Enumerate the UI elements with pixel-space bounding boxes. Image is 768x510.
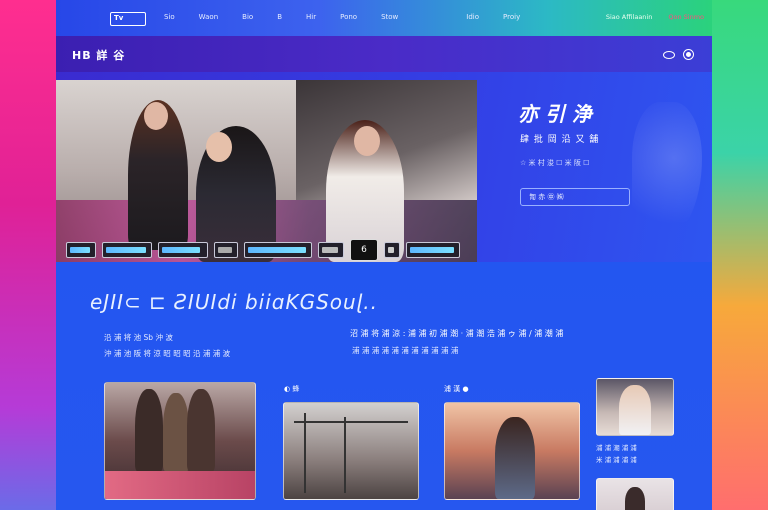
eye-icon[interactable] bbox=[663, 51, 675, 59]
card-banner bbox=[105, 471, 255, 499]
person-figure bbox=[187, 389, 215, 471]
video-controls: 6 bbox=[66, 239, 460, 261]
video-card[interactable] bbox=[283, 402, 419, 500]
left-gradient-edge bbox=[0, 0, 56, 510]
sign-in-link[interactable]: Qon Sinmo bbox=[668, 13, 704, 21]
card-caption: 米 浦 浦 浦 浦 bbox=[596, 456, 637, 464]
section-text: 沿 浦 将 池 Sb 沖 波 bbox=[104, 333, 173, 342]
nav-link[interactable]: Proiy bbox=[503, 13, 520, 21]
person-figure bbox=[625, 487, 645, 510]
nav-link[interactable]: B bbox=[277, 13, 282, 21]
browser-page: Tv Sio Waon Bio B Hir Pono Stow Idio Pro… bbox=[56, 0, 712, 510]
header-icons bbox=[663, 49, 694, 60]
nav-link[interactable]: Idio bbox=[466, 13, 479, 21]
site-logo[interactable]: Tv bbox=[110, 12, 146, 26]
person-figure bbox=[135, 389, 163, 471]
hero-meta: ☆ 米 村 浚 ☐ 米 阪 ☐ bbox=[520, 159, 590, 167]
right-gradient-edge bbox=[712, 0, 768, 510]
video-card[interactable] bbox=[596, 478, 674, 510]
card-label: ◐ 蜂 bbox=[284, 385, 300, 393]
volume-chip[interactable] bbox=[406, 242, 460, 258]
hero-cta-button[interactable]: 㔨 赤 ㊥ ㈱ bbox=[520, 188, 630, 206]
brand-title[interactable]: HB 詳 谷 bbox=[72, 47, 125, 63]
card-label: 浦 漢 ● bbox=[444, 385, 469, 393]
settings-icon[interactable] bbox=[683, 49, 694, 60]
nav-link[interactable]: Pono bbox=[340, 13, 357, 21]
hero-section: 6 亦 引 浄 肆 批 岡 沿 又 舗 ☆ 米 村 浚 ☐ 米 阪 ☐ 㔨 赤 … bbox=[56, 72, 712, 262]
section-text: 沼 浦 将 浦 涼 : 浦 浦 初 浦 潮 · 浦 潮 浩 浦 ゥ 浦 ∕ 浦 … bbox=[350, 329, 564, 338]
person-head bbox=[144, 102, 168, 130]
video-card[interactable] bbox=[444, 402, 580, 500]
control-chip[interactable] bbox=[158, 242, 208, 258]
nav-link[interactable]: Bio bbox=[242, 13, 253, 21]
section-text: 浦 浦 浦 浦 浦 浦 浦 浦 浦 浦 浦 bbox=[352, 346, 459, 355]
nav-link[interactable]: Waon bbox=[199, 13, 218, 21]
person-figure bbox=[163, 393, 189, 471]
person-figure bbox=[495, 417, 535, 499]
nav-link[interactable]: Stow bbox=[381, 13, 398, 21]
card-caption: 浦 浦 潮 浦 浦 bbox=[596, 444, 637, 452]
main-content: eJII⊂ ⊏ ƧIUIdi biiɑKGSouɭ.. 沿 浦 将 池 Sb 沖… bbox=[56, 262, 712, 510]
affiliate-link[interactable]: Siao Affilaanin bbox=[606, 13, 653, 21]
video-card[interactable] bbox=[596, 378, 674, 436]
section-text: 沖 浦 池 阪 将 涼 昭 昭 昭 沿 浦 浦 波 bbox=[104, 349, 231, 358]
site-logo-text: Tv bbox=[114, 14, 124, 22]
section-headline: eJII⊂ ⊏ ƧIUIdi biiɑKGSouɭ.. bbox=[90, 290, 378, 314]
play-button[interactable]: 6 bbox=[350, 239, 378, 261]
person-head bbox=[354, 126, 380, 156]
control-chip[interactable] bbox=[214, 242, 238, 258]
hero-subtitle: 肆 批 岡 沿 又 舗 bbox=[520, 135, 600, 145]
nav-right: Siao Affilaanin Qon Sinmo bbox=[606, 13, 704, 21]
nav-link[interactable]: Hir bbox=[306, 13, 316, 21]
video-card[interactable] bbox=[104, 382, 256, 500]
hero-title: 亦 引 浄 bbox=[518, 102, 592, 126]
progress-chip[interactable] bbox=[102, 242, 152, 258]
decorative-wave bbox=[632, 102, 702, 242]
top-navigation: Tv Sio Waon Bio B Hir Pono Stow Idio Pro… bbox=[56, 0, 712, 36]
card-line bbox=[304, 413, 306, 493]
nav-link[interactable]: Sio bbox=[164, 13, 175, 21]
sub-header: HB 詳 谷 bbox=[56, 36, 712, 72]
control-chip[interactable] bbox=[384, 242, 400, 258]
nav-links: Sio Waon Bio B Hir Pono Stow Idio Proiy bbox=[164, 13, 544, 21]
timeline-chip[interactable] bbox=[244, 242, 312, 258]
control-chip[interactable] bbox=[318, 242, 344, 258]
hero-info-panel: 亦 引 浄 肆 批 岡 沿 又 舗 ☆ 米 村 浚 ☐ 米 阪 ☐ 㔨 赤 ㊥ … bbox=[494, 72, 712, 262]
control-chip[interactable] bbox=[66, 242, 96, 258]
person-head bbox=[206, 132, 232, 162]
card-line bbox=[344, 417, 346, 493]
card-line bbox=[294, 421, 408, 423]
person-figure bbox=[619, 385, 651, 435]
hero-video-player[interactable]: 6 bbox=[56, 80, 477, 262]
